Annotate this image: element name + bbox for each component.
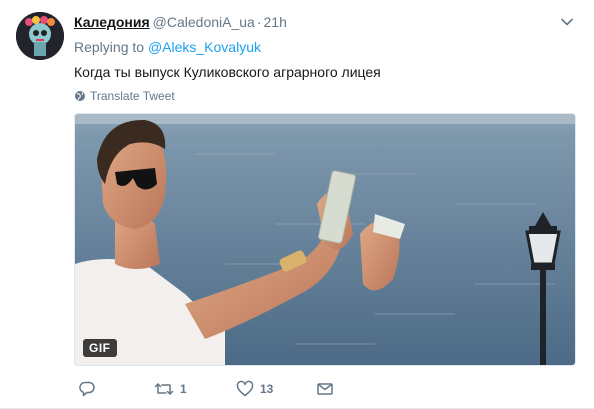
retweet-button[interactable]: 1	[154, 378, 187, 400]
tweet[interactable]: Каледония @CaledoniA_ua · 21h Replying to @…	[0, 0, 594, 409]
gif-media[interactable]: GIF	[74, 113, 576, 366]
display-name[interactable]: Каледония	[74, 14, 150, 30]
heart-icon	[236, 380, 254, 397]
avatar-image	[16, 12, 64, 60]
chevron-down-icon	[561, 18, 573, 26]
reply-button[interactable]	[78, 378, 102, 400]
replying-to: Replying to @Aleks_Kovalyuk	[74, 38, 261, 56]
replying-prefix: Replying to	[74, 39, 145, 55]
translate-label: Translate Tweet	[90, 89, 175, 103]
tweet-menu-button[interactable]	[559, 14, 575, 30]
retweet-count: 1	[180, 382, 187, 396]
tweet-header: Каледония @CaledoniA_ua · 21h	[74, 13, 287, 31]
retweet-icon	[154, 383, 174, 395]
replying-to-mention[interactable]: @Aleks_Kovalyuk	[148, 39, 261, 55]
screen-name[interactable]: @CaledoniA_ua	[153, 14, 255, 30]
timestamp[interactable]: 21h	[264, 14, 287, 30]
like-count: 13	[260, 382, 274, 396]
user-avatar[interactable]	[16, 12, 64, 60]
like-button[interactable]: 13	[236, 378, 273, 400]
direct-message-button[interactable]	[316, 378, 334, 400]
gif-frame-image	[75, 114, 575, 365]
translate-tweet-link[interactable]: Translate Tweet	[74, 88, 175, 104]
reply-icon	[79, 381, 95, 397]
envelope-icon	[317, 383, 333, 395]
tweet-actions: 1 13	[74, 378, 374, 400]
gif-badge: GIF	[83, 339, 117, 357]
globe-icon	[75, 91, 85, 101]
tweet-text: Когда ты выпуск Куликовского аграрного л…	[74, 64, 381, 80]
separator: ·	[256, 14, 262, 30]
